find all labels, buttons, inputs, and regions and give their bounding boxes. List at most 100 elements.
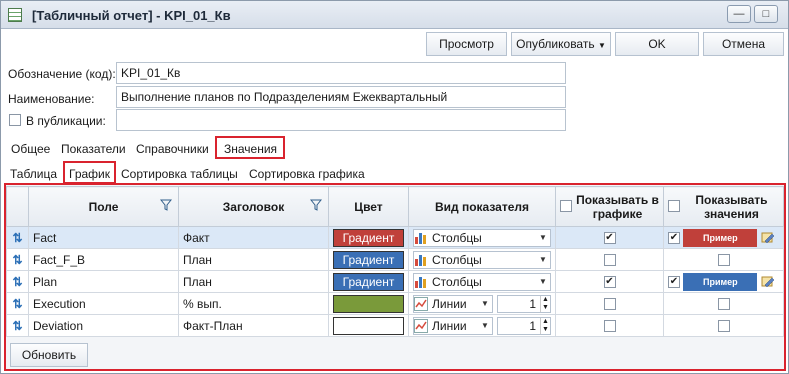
show-values-cell[interactable]: ✔ Пример bbox=[663, 270, 784, 293]
select-all-chart-checkbox[interactable] bbox=[560, 200, 572, 212]
color-swatch[interactable] bbox=[333, 294, 404, 313]
kind-cell[interactable]: Столбцы ▼ bbox=[408, 270, 556, 293]
drag-handle-icon[interactable]: ⇅ bbox=[6, 270, 29, 293]
header-show-chart[interactable]: Показывать в графике bbox=[555, 186, 664, 227]
preview-button[interactable]: Просмотр bbox=[426, 32, 507, 56]
publish-button[interactable]: Опубликовать ▼ bbox=[511, 32, 611, 56]
show-chart-checkbox[interactable] bbox=[603, 320, 616, 333]
show-values-checkbox[interactable] bbox=[717, 254, 730, 267]
show-values-cell[interactable] bbox=[663, 248, 784, 271]
cancel-button[interactable]: Отмена bbox=[703, 32, 784, 56]
kind-combo[interactable]: Столбцы ▼ bbox=[413, 272, 551, 291]
minimize-button[interactable]: — bbox=[727, 5, 751, 23]
tab-chart-sort[interactable]: Сортировка графика bbox=[249, 167, 365, 181]
color-cell[interactable]: Градиент bbox=[328, 226, 409, 249]
refresh-button[interactable]: Обновить bbox=[10, 343, 88, 367]
field-cell[interactable]: Execution bbox=[28, 292, 179, 315]
show-chart-cell[interactable] bbox=[555, 292, 664, 315]
title-cell[interactable]: % вып. bbox=[178, 292, 329, 315]
table-row[interactable]: ⇅ Fact Факт Градиент Столбцы ▼ ✔ ✔ Пример bbox=[6, 226, 784, 249]
show-chart-cell[interactable] bbox=[555, 314, 664, 337]
title-cell[interactable]: Факт bbox=[178, 226, 329, 249]
table-row[interactable]: ⇅ Fact_F_B План Градиент Столбцы ▼ bbox=[6, 248, 784, 271]
field-cell[interactable]: Fact bbox=[28, 226, 179, 249]
field-cell[interactable]: Deviation bbox=[28, 314, 179, 337]
tab-references[interactable]: Справочники bbox=[136, 142, 209, 156]
show-chart-cell[interactable]: ✔ bbox=[555, 226, 664, 249]
format-settings-icon[interactable] bbox=[761, 275, 775, 289]
kind-cell[interactable]: Столбцы ▼ bbox=[408, 226, 556, 249]
field-cell[interactable]: Plan bbox=[28, 270, 179, 293]
tab-table[interactable]: Таблица bbox=[10, 167, 57, 181]
color-cell[interactable]: Градиент bbox=[328, 248, 409, 271]
tab-general[interactable]: Общее bbox=[11, 142, 50, 156]
show-values-cell[interactable] bbox=[663, 314, 784, 337]
title-cell[interactable]: План bbox=[178, 248, 329, 271]
kind-cell[interactable]: Линии ▼ 1 ▲ ▼ bbox=[408, 314, 556, 337]
table-row[interactable]: ⇅ Plan План Градиент Столбцы ▼ ✔ ✔ Пример bbox=[6, 270, 784, 293]
color-cell[interactable] bbox=[328, 314, 409, 337]
drag-handle-icon[interactable]: ⇅ bbox=[6, 292, 29, 315]
drag-handle-icon[interactable]: ⇅ bbox=[6, 248, 29, 271]
spin-arrows-icon[interactable]: ▲ ▼ bbox=[540, 317, 550, 334]
title-cell[interactable]: План bbox=[178, 270, 329, 293]
kind-cell[interactable]: Линии ▼ 1 ▲ ▼ bbox=[408, 292, 556, 315]
color-swatch[interactable] bbox=[333, 316, 404, 335]
header-kind[interactable]: Вид показателя bbox=[408, 186, 556, 227]
maximize-button[interactable]: □ bbox=[754, 5, 778, 23]
select-all-values-checkbox[interactable] bbox=[668, 200, 680, 212]
kind-combo[interactable]: Линии ▼ bbox=[413, 316, 493, 335]
show-chart-checkbox[interactable] bbox=[603, 298, 616, 311]
title-cell[interactable]: Факт-План bbox=[178, 314, 329, 337]
code-field[interactable]: KPI_01_Кв bbox=[116, 62, 566, 84]
publications-checkbox[interactable] bbox=[9, 114, 21, 126]
filter-icon[interactable] bbox=[310, 199, 322, 211]
color-cell[interactable] bbox=[328, 292, 409, 315]
header-show-values[interactable]: Показывать значения bbox=[663, 186, 784, 227]
color-swatch[interactable]: Градиент bbox=[333, 228, 404, 247]
kind-combo[interactable]: Столбцы ▼ bbox=[413, 228, 551, 247]
chart-tab-highlight bbox=[63, 161, 116, 184]
show-values-cell[interactable]: ✔ Пример bbox=[663, 226, 784, 249]
color-swatch[interactable]: Градиент bbox=[333, 272, 404, 291]
show-values-checkbox[interactable]: ✔ bbox=[668, 231, 680, 244]
ok-button[interactable]: OK bbox=[615, 32, 699, 56]
name-field[interactable]: Выполнение планов по Подразделениям Ежек… bbox=[116, 86, 566, 108]
bar-chart-icon bbox=[415, 254, 426, 266]
tab-indicators[interactable]: Показатели bbox=[61, 142, 126, 156]
show-values-checkbox[interactable] bbox=[717, 320, 730, 333]
bar-chart-icon bbox=[415, 276, 426, 288]
show-values-checkbox[interactable]: ✔ bbox=[668, 275, 680, 288]
header-color[interactable]: Цвет bbox=[328, 186, 409, 227]
dropdown-arrow-icon: ▼ bbox=[481, 321, 489, 330]
show-chart-cell[interactable]: ✔ bbox=[555, 270, 664, 293]
show-values-cell[interactable] bbox=[663, 292, 784, 315]
publications-field[interactable] bbox=[116, 109, 566, 131]
show-chart-checkbox[interactable]: ✔ bbox=[603, 276, 616, 289]
field-cell[interactable]: Fact_F_B bbox=[28, 248, 179, 271]
line-width-spinner[interactable]: 1 ▲ ▼ bbox=[497, 316, 551, 335]
show-values-checkbox[interactable] bbox=[717, 298, 730, 311]
color-swatch[interactable]: Градиент bbox=[333, 250, 404, 269]
header-field[interactable]: Поле bbox=[28, 186, 179, 227]
tab-table-sort[interactable]: Сортировка таблицы bbox=[121, 167, 238, 181]
drag-handle-icon[interactable]: ⇅ bbox=[6, 314, 29, 337]
spin-arrows-icon[interactable]: ▲ ▼ bbox=[540, 295, 550, 312]
kind-combo[interactable]: Линии ▼ bbox=[413, 294, 493, 313]
dropdown-arrow-icon: ▼ bbox=[539, 255, 547, 264]
show-chart-checkbox[interactable] bbox=[603, 254, 616, 267]
line-width-spinner[interactable]: 1 ▲ ▼ bbox=[497, 294, 551, 313]
format-settings-icon[interactable] bbox=[761, 231, 775, 245]
table-row[interactable]: ⇅ Execution% вып. Линии ▼ 1 ▲ ▼ bbox=[6, 292, 784, 315]
color-cell[interactable]: Градиент bbox=[328, 270, 409, 293]
show-chart-cell[interactable] bbox=[555, 248, 664, 271]
kind-cell[interactable]: Столбцы ▼ bbox=[408, 248, 556, 271]
bar-chart-icon bbox=[415, 232, 426, 244]
line-width-value: 1 bbox=[529, 318, 536, 333]
table-row[interactable]: ⇅ Deviation Факт-План Линии ▼ 1 ▲ ▼ bbox=[6, 314, 784, 337]
kind-combo[interactable]: Столбцы ▼ bbox=[413, 250, 551, 269]
drag-handle-icon[interactable]: ⇅ bbox=[6, 226, 29, 249]
filter-icon[interactable] bbox=[160, 199, 172, 211]
show-chart-checkbox[interactable]: ✔ bbox=[603, 232, 616, 245]
header-title[interactable]: Заголовок bbox=[178, 186, 329, 227]
